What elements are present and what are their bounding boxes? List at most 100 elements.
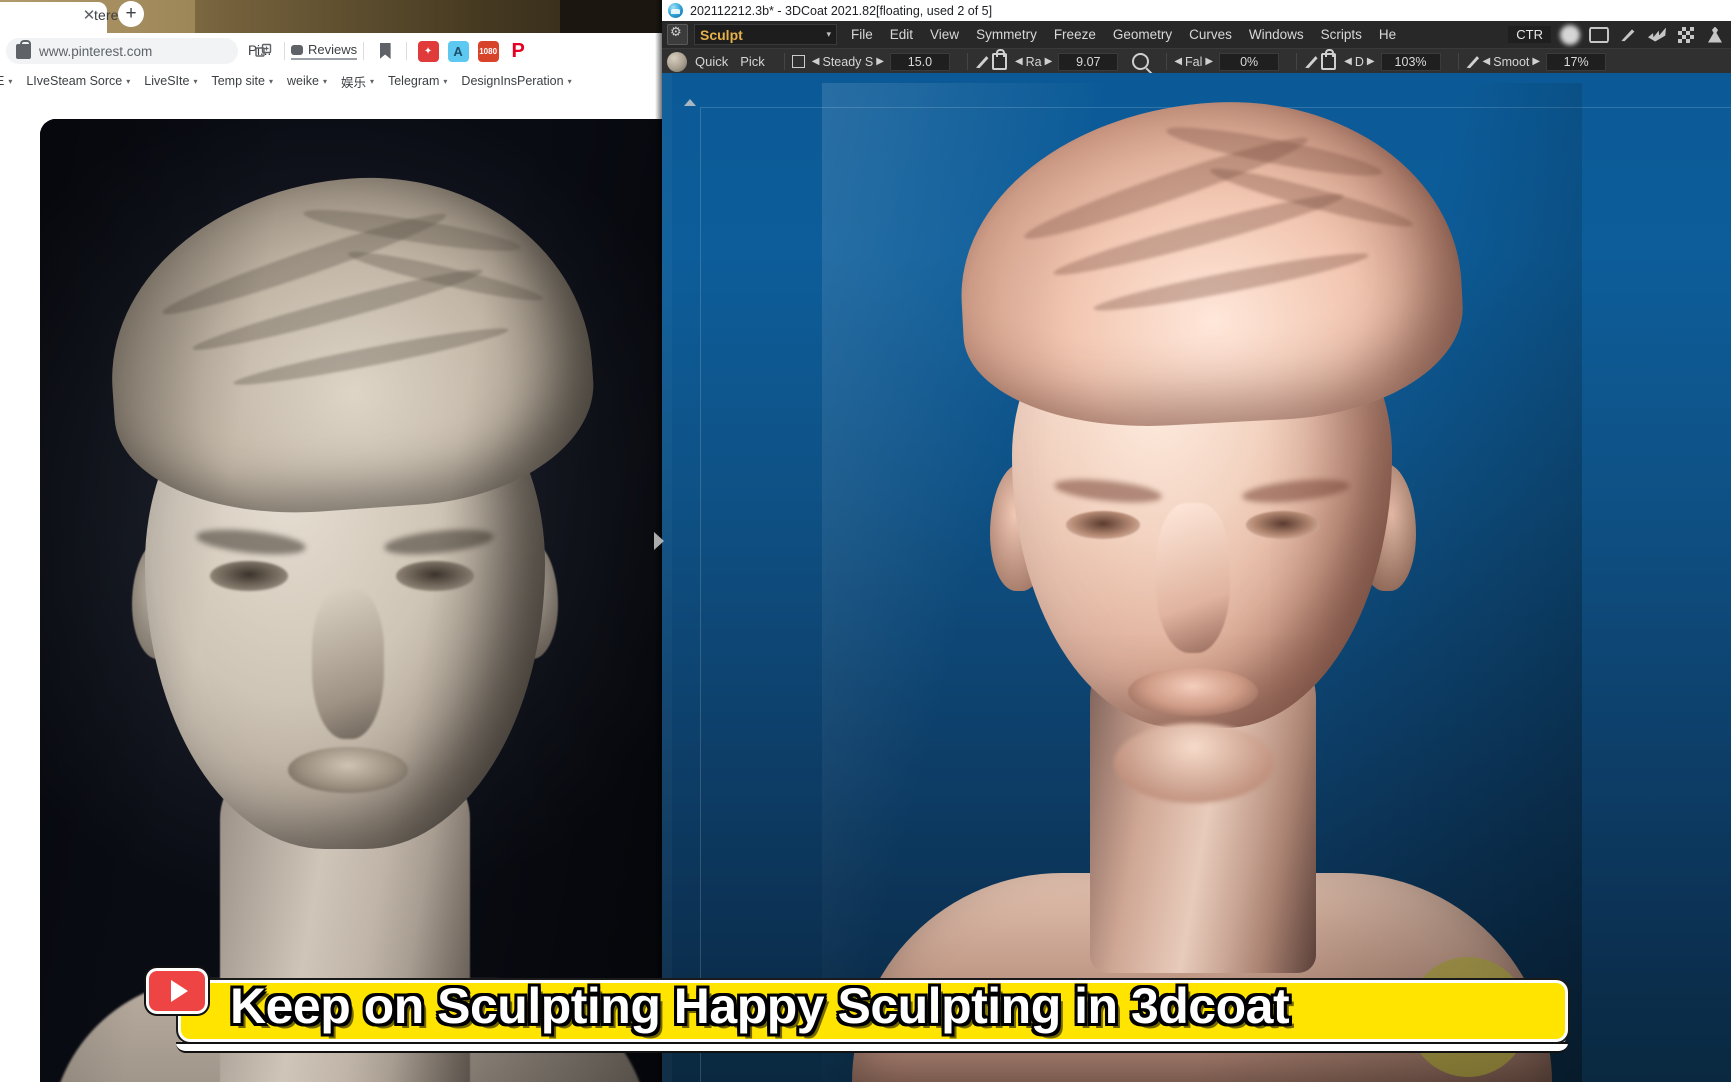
3d-viewport[interactable] [662,73,1731,1082]
banner-text: Keep on Sculpting Happy Sculpting in 3dc… [230,978,1290,1034]
bookmark-item-e[interactable]: E ▾ [0,74,12,88]
falloff-value-field[interactable]: 0% [1219,52,1280,71]
menu-symmetry[interactable]: Symmetry [976,27,1037,42]
bookmark-item-livesite[interactable]: LiveSIte ▾ [144,74,197,88]
depth-right-arrow-icon[interactable]: ▶ [1367,56,1375,67]
divider [284,42,285,60]
sculpt-model[interactable] [822,83,1582,1082]
workspace-mode-label: Sculpt [700,26,743,43]
browser-toolbar: www.pinterest.com Pi... Reviews ✦ A 1080… [0,33,662,70]
bookmark-icon[interactable] [370,36,400,66]
falloff-spinner[interactable]: ◀ Fal ▶ [1174,55,1213,69]
ctr-button[interactable]: CTR [1508,26,1551,43]
radius-spinner[interactable]: ◀ Ra ▶ [1015,55,1052,69]
depth-value-field[interactable]: 103% [1380,52,1441,71]
screen-root: 202112212.3b* - 3DCoat 2021.82[floating,… [0,0,1731,1082]
steady-value-field[interactable]: 15.0 [889,52,950,71]
smooth-right-arrow-icon[interactable]: ▶ [1532,56,1540,67]
bookmark-item-telegram[interactable]: Telegram ▾ [388,74,447,88]
menu-file[interactable]: File [851,27,873,42]
close-icon[interactable]: ✕ [80,7,98,25]
falloff-label: Fal [1185,54,1203,69]
new-tab-button[interactable]: + [118,1,144,27]
address-bar-url: www.pinterest.com [39,43,153,59]
chevron-down-icon: ▾ [126,76,131,86]
chevron-down-icon: ▾ [193,76,198,86]
chevron-down-icon: ▾ [826,29,831,39]
bookmark-item-temp-site[interactable]: Temp site ▾ [211,74,273,88]
extension-wand-icon[interactable]: ✦ [413,36,443,66]
smooth-label: Smoot [1493,54,1530,69]
split-screen-icon[interactable] [248,36,278,66]
steady-right-arrow-icon[interactable]: ▶ [876,56,884,67]
divider [1166,53,1168,70]
menu-view[interactable]: View [930,27,959,42]
menu-freeze[interactable]: Freeze [1054,27,1096,42]
viewport-left-gutter [662,73,672,1082]
browser-window: terest ✕ + www.pinterest.com Pi... Revie… [0,0,662,1082]
speech-bubble-icon [291,44,303,55]
gear-brush-icon[interactable] [1618,26,1638,44]
reviews-label: Reviews [308,42,358,57]
banner-underline [176,1042,1568,1053]
depth-left-arrow-icon[interactable]: ◀ [1344,56,1352,67]
quick-button[interactable]: Quick [695,54,728,69]
depth-spinner[interactable]: ◀ D ▶ [1344,55,1374,69]
menu-edit[interactable]: Edit [890,27,913,42]
steady-left-arrow-icon[interactable]: ◀ [812,56,820,67]
reference-lighting-overlay [40,119,662,1082]
extension-pinterest-icon[interactable]: P [503,36,533,66]
radius-left-arrow-icon[interactable]: ◀ [1015,56,1023,67]
smooth-value-field[interactable]: 17% [1546,52,1607,71]
menu-windows[interactable]: Windows [1249,27,1304,42]
3dcoat-tool-options-bar: Quick Pick ◀ Steady S ▶ 15.0 ◀ Ra ▶ 9.07 [662,48,1731,74]
lock-icon[interactable] [1321,49,1337,70]
menu-curves[interactable]: Curves [1189,27,1232,42]
address-bar[interactable]: www.pinterest.com [6,38,238,64]
menu-geometry[interactable]: Geometry [1113,27,1172,42]
falloff-left-arrow-icon[interactable]: ◀ [1174,56,1182,67]
square-checkbox-icon[interactable] [791,55,805,68]
radius-right-arrow-icon[interactable]: ▶ [1045,56,1053,67]
radius-label: Ra [1025,54,1042,69]
stroke-icon[interactable] [1647,26,1667,44]
person-icon[interactable] [1705,26,1725,44]
divider [1457,53,1459,70]
brush-ball-icon[interactable] [667,51,687,72]
bookmark-item-entertainment[interactable]: 娱乐 ▾ [341,72,374,91]
menu-help[interactable]: He [1379,27,1396,42]
workspace-mode-selector[interactable]: Sculpt ▾ [694,24,837,45]
bookmark-label: Telegram [387,74,440,88]
radius-value-field[interactable]: 9.07 [1058,52,1119,71]
pen-icon[interactable] [974,56,989,69]
panel-expand-arrow-icon[interactable] [684,99,696,106]
room-gear-icon[interactable] [667,24,688,45]
subtitle-banner: Keep on Sculpting Happy Sculpting in 3dc… [146,968,1568,1053]
youtube-play-icon [146,968,208,1014]
menu-scripts[interactable]: Scripts [1321,27,1362,42]
bookmark-item-designinsperation[interactable]: DesignInsPeration ▾ [461,74,571,88]
falloff-right-arrow-icon[interactable]: ▶ [1205,56,1213,67]
bookmark-item-weike[interactable]: weike ▾ [287,74,327,88]
bookmark-item-livesteam-sorce[interactable]: LIveSteam Sorce ▾ [26,74,130,88]
frame-icon[interactable] [1589,26,1609,44]
browser-tabstrip: terest ✕ + [0,0,662,33]
pick-button[interactable]: Pick [740,54,765,69]
pen-icon[interactable] [1465,56,1480,69]
smooth-spinner[interactable]: ◀ Smoot ▶ [1483,55,1541,69]
divider [406,42,408,60]
steady-stroke-spinner[interactable]: ◀ Steady S ▶ [812,55,884,69]
smooth-left-arrow-icon[interactable]: ◀ [1483,56,1491,67]
reviews-button[interactable]: Reviews [291,42,358,60]
extension-grammar-icon[interactable]: A [443,36,473,66]
pen-icon[interactable] [1304,56,1318,69]
magnifier-icon[interactable] [1132,53,1150,70]
checker-icon[interactable] [1676,26,1696,44]
chevron-down-icon: ▾ [268,76,273,86]
pinterest-page-content [0,93,662,1082]
extension-1080-icon[interactable]: 1080 [473,36,503,66]
divider [966,53,968,70]
lock-icon[interactable] [991,49,1007,70]
browser-toolbar-icons: Reviews ✦ A 1080 P [248,33,533,69]
reference-photo-card[interactable] [40,119,662,1082]
